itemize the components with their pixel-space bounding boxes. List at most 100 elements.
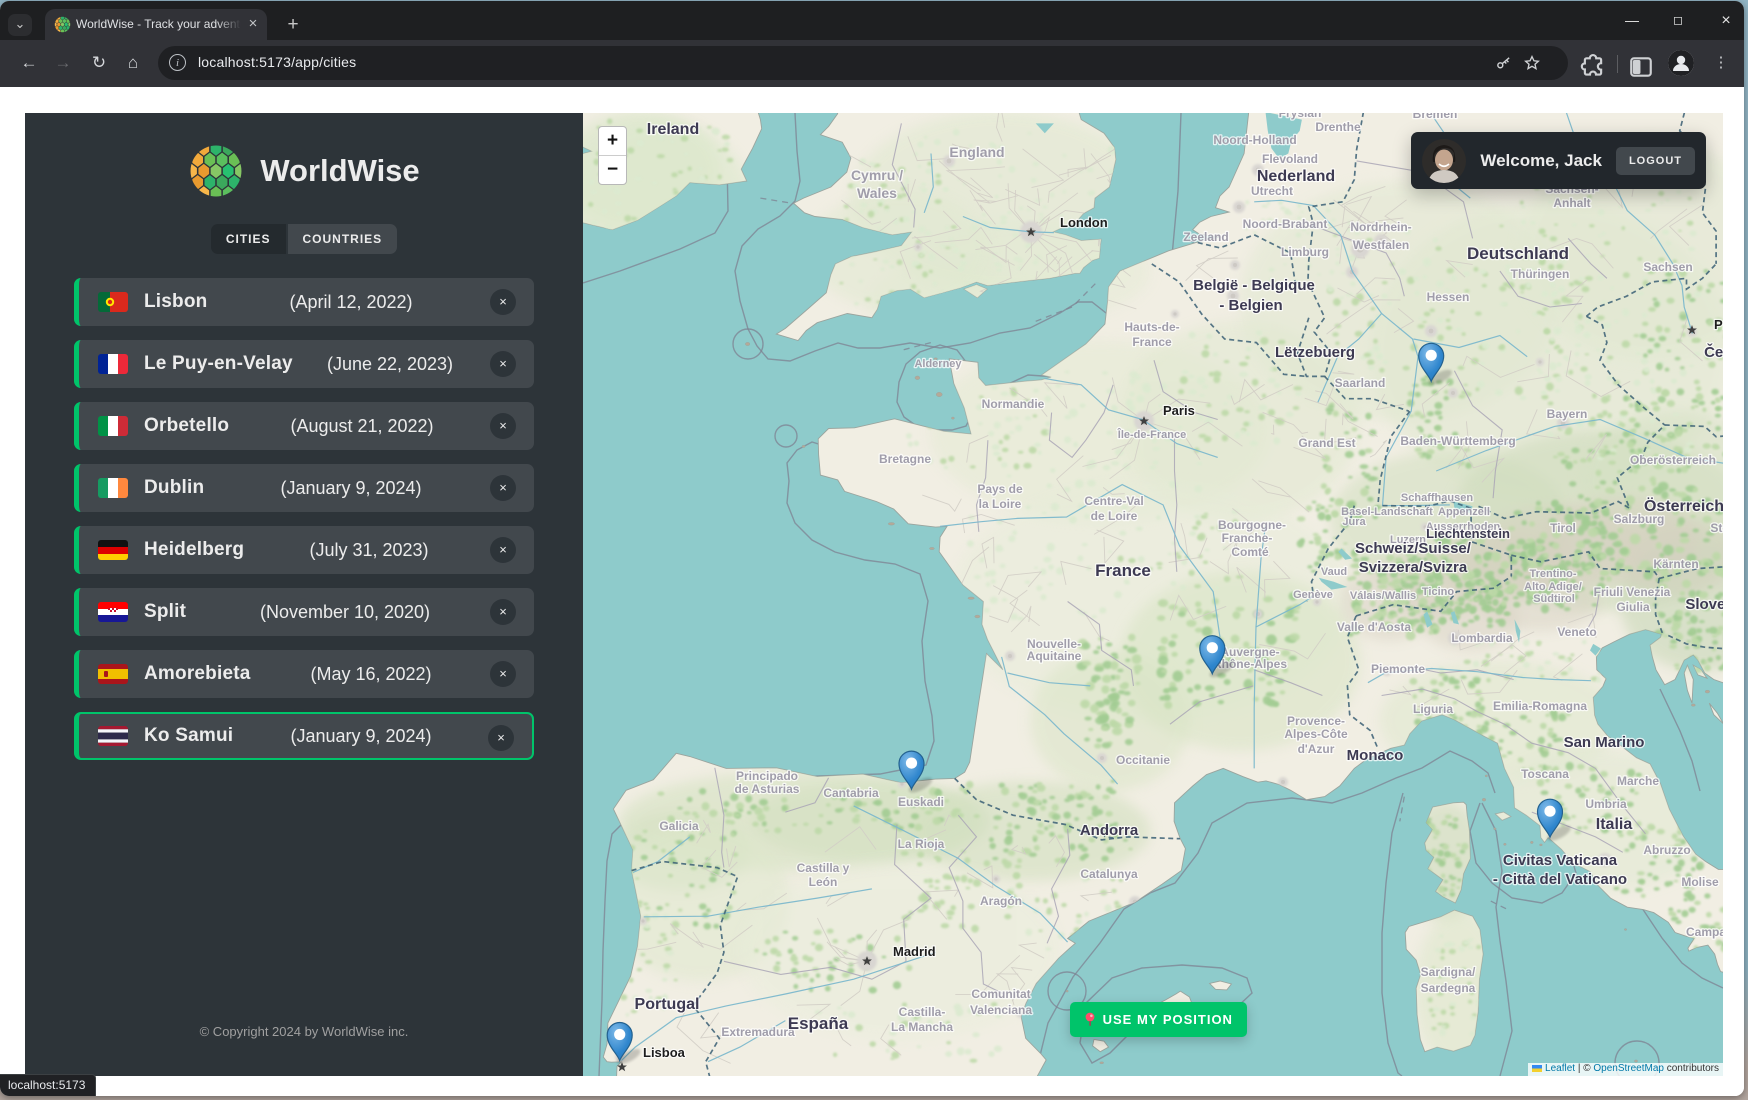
svg-text:Anhalt: Anhalt bbox=[1553, 196, 1590, 210]
svg-text:de Loire: de Loire bbox=[1091, 509, 1138, 523]
svg-text:Occitanie: Occitanie bbox=[1116, 753, 1170, 767]
svg-text:Trentino-: Trentino- bbox=[1529, 568, 1576, 580]
svg-text:Bourgogne-: Bourgogne- bbox=[1218, 518, 1286, 532]
svg-text:San Marino: San Marino bbox=[1564, 734, 1645, 751]
svg-text:Bremen: Bremen bbox=[1413, 113, 1458, 121]
svg-text:Tirol: Tirol bbox=[1550, 521, 1576, 535]
svg-text:Westfalen: Westfalen bbox=[1353, 238, 1409, 252]
svg-text:Molise: Molise bbox=[1681, 875, 1719, 889]
svg-text:Appenzell: Appenzell bbox=[1438, 506, 1490, 518]
svg-text:Valle d'Aosta: Valle d'Aosta bbox=[1337, 620, 1412, 634]
svg-text:Schweiz/Suisse/: Schweiz/Suisse/ bbox=[1355, 540, 1472, 557]
svg-text:Piemonte: Piemonte bbox=[1371, 662, 1425, 676]
svg-text:Veneto: Veneto bbox=[1557, 625, 1596, 639]
svg-text:Principado: Principado bbox=[736, 769, 798, 783]
svg-text:Portugal: Portugal bbox=[635, 996, 700, 1013]
svg-text:Galicia: Galicia bbox=[659, 819, 699, 833]
svg-text:Deutschland: Deutschland bbox=[1467, 244, 1569, 263]
svg-text:Alpes-Côte: Alpes-Côte bbox=[1284, 727, 1348, 741]
svg-text:Österreich: Österreich bbox=[1644, 496, 1723, 515]
svg-text:Ireland: Ireland bbox=[647, 121, 699, 138]
svg-text:Hauts-de-: Hauts-de- bbox=[1124, 320, 1179, 334]
svg-text:England: England bbox=[949, 144, 1004, 160]
svg-text:Madrid: Madrid bbox=[893, 944, 936, 959]
svg-text:Thüringen: Thüringen bbox=[1511, 267, 1570, 281]
svg-text:Emilia-Romagna: Emilia-Romagna bbox=[1493, 699, 1587, 713]
svg-text:Nordrhein-: Nordrhein- bbox=[1350, 220, 1411, 234]
svg-text:Lëtzebuerg: Lëtzebuerg bbox=[1275, 344, 1355, 361]
svg-text:d'Azur: d'Azur bbox=[1298, 742, 1335, 756]
svg-text:La Mancha: La Mancha bbox=[891, 1020, 953, 1034]
svg-text:Sardigna/: Sardigna/ bbox=[1421, 965, 1476, 979]
svg-text:Nederland: Nederland bbox=[1257, 168, 1335, 185]
svg-text:Aragón: Aragón bbox=[980, 894, 1022, 908]
svg-text:Umbria: Umbria bbox=[1585, 797, 1627, 811]
svg-text:Baden-Württemberg: Baden-Württemberg bbox=[1400, 434, 1515, 448]
svg-text:Italia: Italia bbox=[1596, 816, 1633, 833]
svg-text:Giulia: Giulia bbox=[1616, 600, 1650, 614]
svg-text:Cantabria: Cantabria bbox=[823, 786, 879, 800]
svg-text:Castilla y: Castilla y bbox=[797, 861, 850, 875]
svg-text:Praha: Praha bbox=[1714, 317, 1723, 332]
svg-text:Valenciana: Valenciana bbox=[970, 1003, 1032, 1017]
svg-text:Alderney: Alderney bbox=[914, 358, 962, 370]
svg-text:Válais/Wallis: Válais/Wallis bbox=[1350, 590, 1416, 602]
svg-text:León: León bbox=[809, 875, 838, 889]
svg-text:Česk: Česk bbox=[1704, 343, 1723, 361]
svg-text:Kärnten: Kärnten bbox=[1653, 557, 1698, 571]
svg-text:de Asturias: de Asturias bbox=[735, 782, 800, 796]
svg-text:Monaco: Monaco bbox=[1347, 747, 1404, 764]
svg-text:Sardegna: Sardegna bbox=[1421, 981, 1476, 995]
svg-text:Île-de-France: Île-de-France bbox=[1117, 428, 1186, 441]
svg-text:Franche-: Franche- bbox=[1222, 531, 1273, 545]
svg-text:- Città del Vaticano: - Città del Vaticano bbox=[1493, 871, 1627, 888]
svg-text:Lisboa: Lisboa bbox=[643, 1045, 686, 1060]
svg-text:Toscana: Toscana bbox=[1521, 767, 1569, 781]
svg-text:Campa: Campa bbox=[1686, 925, 1723, 939]
svg-text:Grand Est: Grand Est bbox=[1298, 436, 1355, 450]
svg-text:Extremadura: Extremadura bbox=[721, 1025, 795, 1039]
svg-text:Basel-Landschaft: Basel-Landschaft bbox=[1341, 506, 1433, 518]
svg-text:France: France bbox=[1095, 561, 1151, 580]
svg-text:Abruzzo: Abruzzo bbox=[1643, 843, 1690, 857]
svg-text:Lombardia: Lombardia bbox=[1451, 631, 1513, 645]
svg-text:Bretagne: Bretagne bbox=[879, 452, 931, 466]
svg-text:Liguria: Liguria bbox=[1413, 702, 1453, 716]
svg-text:Saarland: Saarland bbox=[1335, 376, 1386, 390]
svg-text:Genève: Genève bbox=[1293, 589, 1333, 601]
svg-text:Castilla-: Castilla- bbox=[899, 1005, 946, 1019]
svg-text:España: España bbox=[788, 1014, 849, 1033]
svg-text:Svizzera/Svizra: Svizzera/Svizra bbox=[1359, 559, 1468, 576]
svg-text:Catalunya: Catalunya bbox=[1080, 867, 1138, 881]
svg-text:Vaud: Vaud bbox=[1321, 566, 1347, 578]
svg-text:Liechtenstein: Liechtenstein bbox=[1426, 526, 1510, 541]
svg-text:Cymru /: Cymru / bbox=[851, 167, 903, 183]
svg-text:Wales: Wales bbox=[857, 185, 897, 201]
svg-text:Comté: Comté bbox=[1231, 545, 1269, 559]
svg-text:la Loire: la Loire bbox=[979, 497, 1022, 511]
svg-text:Pays de: Pays de bbox=[977, 482, 1023, 496]
svg-text:Zeeland: Zeeland bbox=[1183, 230, 1228, 244]
svg-text:Noord-Holland: Noord-Holland bbox=[1213, 133, 1296, 147]
svg-text:Fryslân: Fryslân bbox=[1279, 113, 1322, 120]
svg-text:Civitas Vaticana: Civitas Vaticana bbox=[1503, 852, 1618, 869]
svg-text:Normandie: Normandie bbox=[982, 397, 1045, 411]
svg-text:Limburg: Limburg bbox=[1281, 245, 1329, 259]
svg-text:London: London bbox=[1060, 215, 1108, 230]
svg-text:Marche: Marche bbox=[1617, 774, 1659, 788]
svg-text:Friuli Venezia: Friuli Venezia bbox=[1594, 585, 1671, 599]
svg-text:Südtirol: Südtirol bbox=[1533, 593, 1575, 605]
svg-text:Bayern: Bayern bbox=[1547, 407, 1588, 421]
svg-text:Flevoland: Flevoland bbox=[1262, 152, 1318, 166]
svg-text:La Rioja: La Rioja bbox=[898, 837, 945, 851]
svg-text:Centre-Val: Centre-Val bbox=[1084, 494, 1143, 508]
svg-text:France: France bbox=[1132, 335, 1172, 349]
svg-text:Sachsen: Sachsen bbox=[1643, 260, 1692, 274]
svg-text:- Belgien: - Belgien bbox=[1219, 297, 1282, 314]
svg-text:Andorra: Andorra bbox=[1080, 822, 1139, 839]
svg-text:Paris: Paris bbox=[1163, 403, 1195, 418]
svg-text:Oberösterreich: Oberösterreich bbox=[1630, 453, 1716, 467]
svg-text:Provence-: Provence- bbox=[1287, 714, 1345, 728]
svg-text:Schaffhausen: Schaffhausen bbox=[1401, 492, 1473, 504]
svg-text:Steier: Steier bbox=[1710, 521, 1723, 535]
